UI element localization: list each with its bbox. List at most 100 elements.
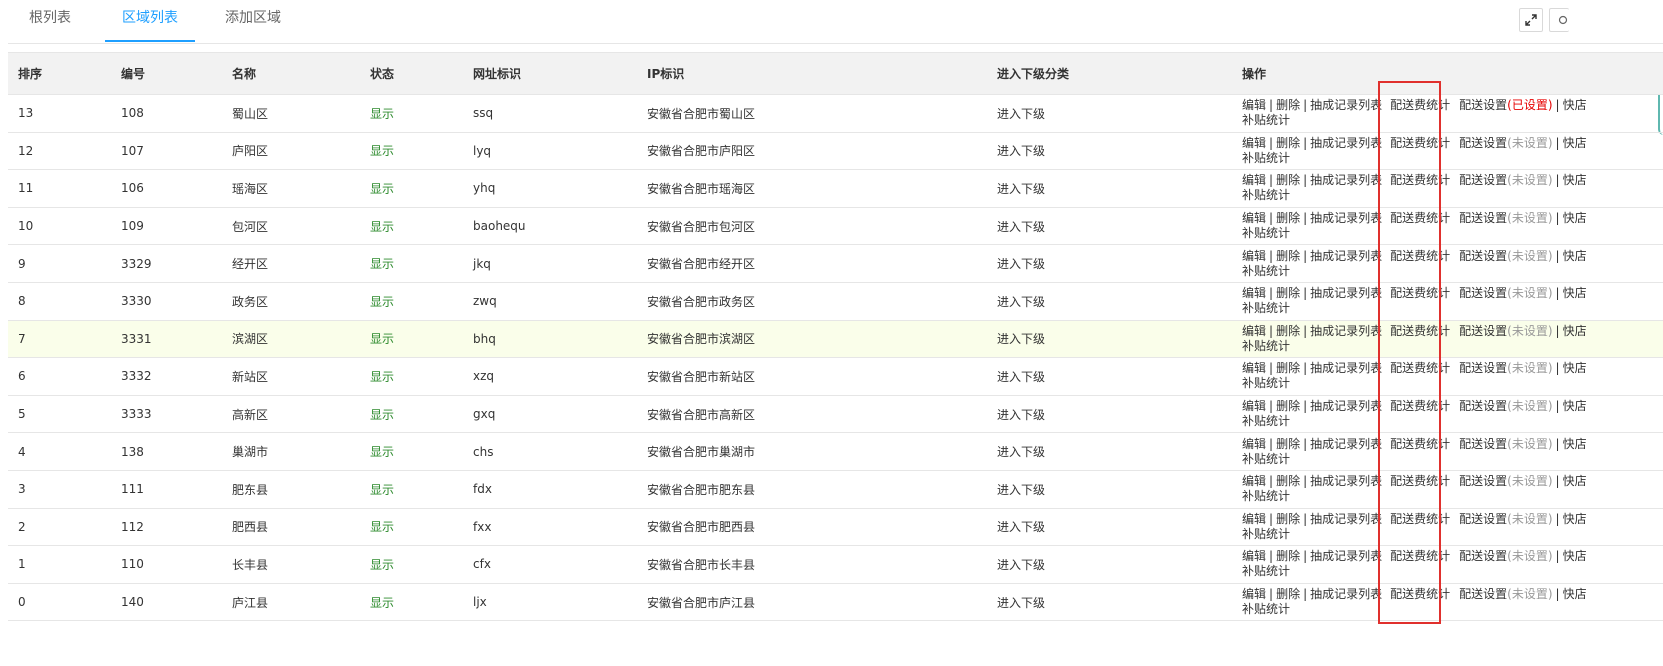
- header-name[interactable]: 名称: [222, 52, 360, 95]
- delete-link[interactable]: 删除: [1276, 173, 1300, 187]
- commission-list-link[interactable]: 抽成记录列表: [1310, 286, 1382, 300]
- quick-shop-link[interactable]: 快店: [1563, 98, 1587, 112]
- edit-link[interactable]: 编辑: [1242, 249, 1266, 263]
- delete-link[interactable]: 删除: [1276, 474, 1300, 488]
- delivery-settings-link[interactable]: 配送设置: [1459, 286, 1507, 300]
- edit-link[interactable]: 编辑: [1242, 512, 1266, 526]
- quick-shop-link[interactable]: 快店: [1563, 437, 1587, 451]
- tab-add-region[interactable]: 添加区域: [208, 0, 298, 42]
- commission-list-link[interactable]: 抽成记录列表: [1310, 136, 1382, 150]
- delivery-stats-link[interactable]: 配送费统计: [1390, 98, 1450, 112]
- edit-link[interactable]: 编辑: [1242, 324, 1266, 338]
- quick-shop-link[interactable]: 快店: [1563, 549, 1587, 563]
- refresh-icon[interactable]: [1549, 8, 1569, 32]
- delivery-stats-link[interactable]: 配送费统计: [1390, 474, 1450, 488]
- quick-shop-link[interactable]: 快店: [1563, 249, 1587, 263]
- delivery-settings-link[interactable]: 配送设置: [1459, 549, 1507, 563]
- subsidy-stats-link[interactable]: 补贴统计: [1242, 376, 1290, 390]
- delete-link[interactable]: 删除: [1276, 399, 1300, 413]
- subsidy-stats-link[interactable]: 补贴统计: [1242, 301, 1290, 315]
- enter-sub-link[interactable]: 进入下级: [987, 432, 1232, 471]
- delivery-settings-link[interactable]: 配送设置: [1459, 399, 1507, 413]
- tab-region-list[interactable]: 区域列表: [105, 0, 195, 42]
- delete-link[interactable]: 删除: [1276, 587, 1300, 601]
- delivery-settings-link[interactable]: 配送设置: [1459, 173, 1507, 187]
- commission-list-link[interactable]: 抽成记录列表: [1310, 249, 1382, 263]
- delete-link[interactable]: 删除: [1276, 211, 1300, 225]
- delivery-stats-link[interactable]: 配送费统计: [1390, 512, 1450, 526]
- subsidy-stats-link[interactable]: 补贴统计: [1242, 602, 1290, 616]
- delete-link[interactable]: 删除: [1276, 286, 1300, 300]
- subsidy-stats-link[interactable]: 补贴统计: [1242, 264, 1290, 278]
- delivery-settings-link[interactable]: 配送设置: [1459, 512, 1507, 526]
- delete-link[interactable]: 删除: [1276, 549, 1300, 563]
- delete-link[interactable]: 删除: [1276, 361, 1300, 375]
- quick-shop-link[interactable]: 快店: [1563, 211, 1587, 225]
- enter-sub-link[interactable]: 进入下级: [987, 207, 1232, 246]
- edit-link[interactable]: 编辑: [1242, 549, 1266, 563]
- commission-list-link[interactable]: 抽成记录列表: [1310, 437, 1382, 451]
- subsidy-stats-link[interactable]: 补贴统计: [1242, 527, 1290, 541]
- enter-sub-link[interactable]: 进入下级: [987, 169, 1232, 208]
- edit-link[interactable]: 编辑: [1242, 361, 1266, 375]
- quick-shop-link[interactable]: 快店: [1563, 512, 1587, 526]
- delivery-stats-link[interactable]: 配送费统计: [1390, 437, 1450, 451]
- edit-link[interactable]: 编辑: [1242, 173, 1266, 187]
- enter-sub-link[interactable]: 进入下级: [987, 357, 1232, 396]
- subsidy-stats-link[interactable]: 补贴统计: [1242, 339, 1290, 353]
- commission-list-link[interactable]: 抽成记录列表: [1310, 98, 1382, 112]
- header-ip-tag[interactable]: IP标识: [637, 52, 987, 95]
- header-url-tag[interactable]: 网址标识: [463, 52, 637, 95]
- commission-list-link[interactable]: 抽成记录列表: [1310, 173, 1382, 187]
- edit-link[interactable]: 编辑: [1242, 474, 1266, 488]
- enter-sub-link[interactable]: 进入下级: [987, 508, 1232, 547]
- delivery-stats-link[interactable]: 配送费统计: [1390, 173, 1450, 187]
- quick-shop-link[interactable]: 快店: [1563, 286, 1587, 300]
- subsidy-stats-link[interactable]: 补贴统计: [1242, 452, 1290, 466]
- subsidy-stats-link[interactable]: 补贴统计: [1242, 414, 1290, 428]
- enter-sub-link[interactable]: 进入下级: [987, 395, 1232, 434]
- delivery-stats-link[interactable]: 配送费统计: [1390, 549, 1450, 563]
- commission-list-link[interactable]: 抽成记录列表: [1310, 474, 1382, 488]
- delivery-settings-link[interactable]: 配送设置: [1459, 211, 1507, 225]
- delivery-stats-link[interactable]: 配送费统计: [1390, 136, 1450, 150]
- quick-shop-link[interactable]: 快店: [1563, 399, 1587, 413]
- enter-sub-link[interactable]: 进入下级: [987, 94, 1232, 133]
- delete-link[interactable]: 删除: [1276, 512, 1300, 526]
- quick-shop-link[interactable]: 快店: [1563, 474, 1587, 488]
- delivery-settings-link[interactable]: 配送设置: [1459, 437, 1507, 451]
- delivery-stats-link[interactable]: 配送费统计: [1390, 399, 1450, 413]
- enter-sub-link[interactable]: 进入下级: [987, 244, 1232, 283]
- edit-link[interactable]: 编辑: [1242, 98, 1266, 112]
- header-sort[interactable]: 排序: [8, 52, 111, 95]
- delivery-stats-link[interactable]: 配送费统计: [1390, 249, 1450, 263]
- edit-link[interactable]: 编辑: [1242, 399, 1266, 413]
- delete-link[interactable]: 删除: [1276, 136, 1300, 150]
- enter-sub-link[interactable]: 进入下级: [987, 320, 1232, 359]
- subsidy-stats-link[interactable]: 补贴统计: [1242, 188, 1290, 202]
- enter-sub-link[interactable]: 进入下级: [987, 583, 1232, 622]
- edit-link[interactable]: 编辑: [1242, 587, 1266, 601]
- delete-link[interactable]: 删除: [1276, 249, 1300, 263]
- quick-shop-link[interactable]: 快店: [1563, 136, 1587, 150]
- delete-link[interactable]: 删除: [1276, 437, 1300, 451]
- edit-link[interactable]: 编辑: [1242, 286, 1266, 300]
- delivery-settings-link[interactable]: 配送设置: [1459, 98, 1507, 112]
- quick-shop-link[interactable]: 快店: [1563, 173, 1587, 187]
- commission-list-link[interactable]: 抽成记录列表: [1310, 324, 1382, 338]
- delivery-stats-link[interactable]: 配送费统计: [1390, 587, 1450, 601]
- subsidy-stats-link[interactable]: 补贴统计: [1242, 564, 1290, 578]
- edit-link[interactable]: 编辑: [1242, 437, 1266, 451]
- enter-sub-link[interactable]: 进入下级: [987, 470, 1232, 509]
- subsidy-stats-link[interactable]: 补贴统计: [1242, 226, 1290, 240]
- delivery-settings-link[interactable]: 配送设置: [1459, 361, 1507, 375]
- delivery-settings-link[interactable]: 配送设置: [1459, 324, 1507, 338]
- subsidy-stats-link[interactable]: 补贴统计: [1242, 151, 1290, 165]
- delete-link[interactable]: 删除: [1276, 98, 1300, 112]
- commission-list-link[interactable]: 抽成记录列表: [1310, 549, 1382, 563]
- edit-link[interactable]: 编辑: [1242, 136, 1266, 150]
- quick-shop-link[interactable]: 快店: [1563, 324, 1587, 338]
- commission-list-link[interactable]: 抽成记录列表: [1310, 361, 1382, 375]
- quick-shop-link[interactable]: 快店: [1563, 361, 1587, 375]
- commission-list-link[interactable]: 抽成记录列表: [1310, 211, 1382, 225]
